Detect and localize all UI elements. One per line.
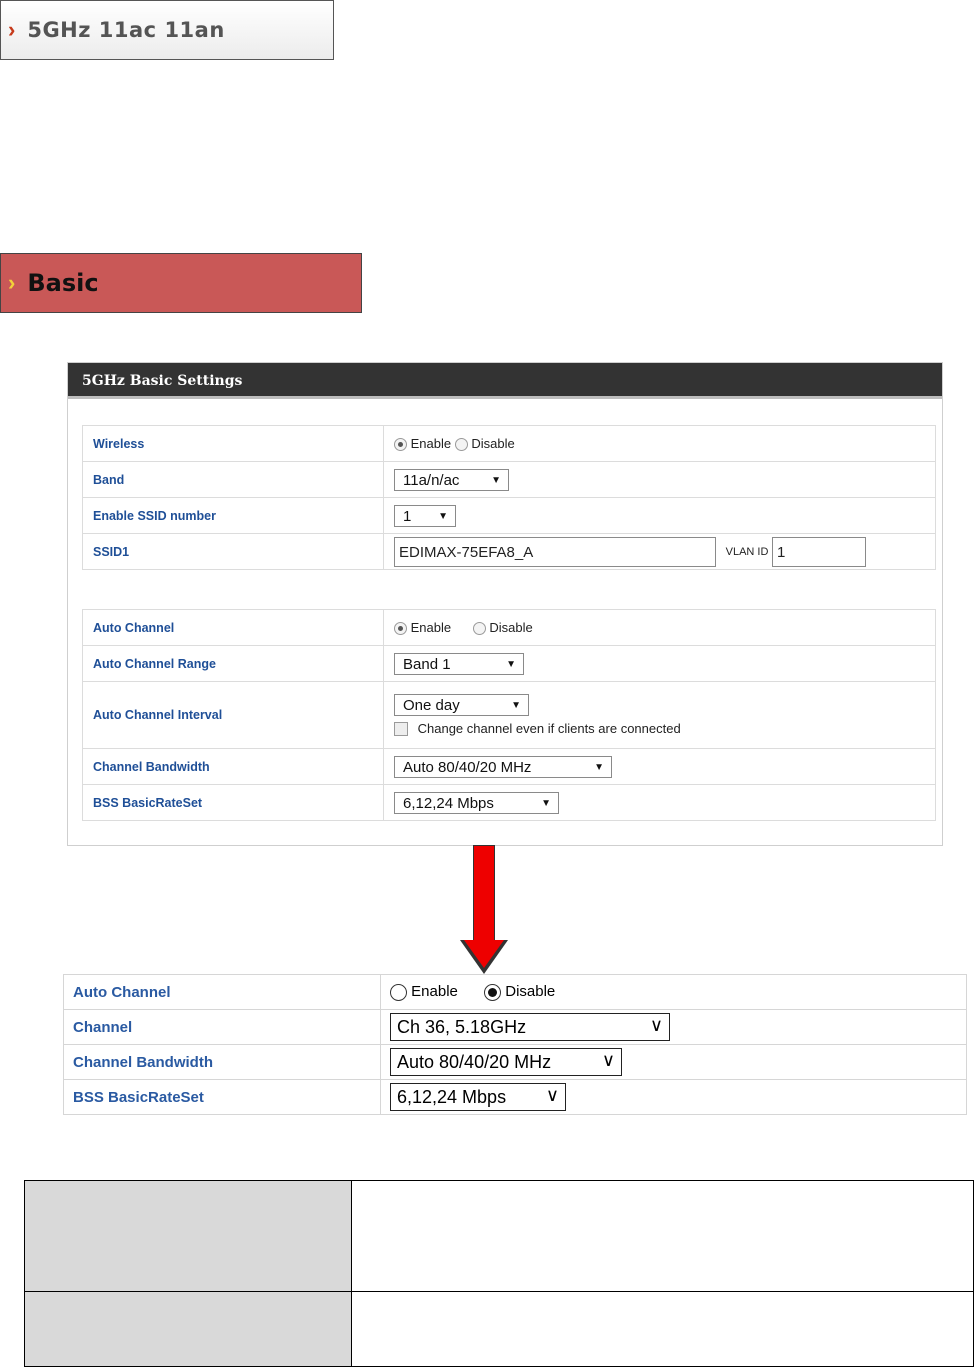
auto-channel-disable-radio[interactable] — [472, 622, 486, 636]
select-value: Ch 36, 5.18GHz — [397, 1017, 527, 1037]
select-value: 6,12,24 Mbps — [397, 1087, 507, 1107]
chevron-right-icon: › — [8, 270, 16, 295]
bss-rate-label: BSS BasicRateSet — [82, 784, 384, 821]
channel-bandwidth-label: Channel Bandwidth — [63, 1044, 381, 1080]
band-label: Band — [82, 461, 384, 498]
table-row — [24, 1180, 974, 1292]
radio-label: Enable — [410, 435, 452, 451]
chevron-down-icon: ∨ — [601, 1050, 615, 1070]
dropdown-arrow-icon: ▼ — [511, 699, 521, 711]
radio-label: Disable — [471, 435, 515, 451]
bss-rate-select[interactable]: 6,12,24 Mbps ∨ — [390, 1083, 566, 1111]
basic-settings-panel: 5GHz Basic Settings Wireless Enable Disa… — [67, 362, 943, 846]
ssid1-label: SSID1 — [82, 533, 384, 570]
ssid-number-label: Enable SSID number — [82, 497, 384, 534]
select-value: Auto 80/40/20 MHz — [397, 1052, 552, 1072]
table-row: Enable SSID number 1 ▼ — [82, 497, 936, 534]
bss-rate-label: BSS BasicRateSet — [63, 1079, 381, 1115]
chevron-down-icon: ∨ — [649, 1015, 663, 1035]
table-row: Auto Channel Enable Disable — [63, 974, 967, 1010]
table-row: SSID1 EDIMAX-75EFA8_A VLAN ID 1 — [82, 533, 936, 570]
channel-settings-table: Auto Channel Enable Disable Auto Channel… — [82, 609, 936, 821]
auto-channel-disable-radio[interactable] — [484, 983, 502, 1001]
select-value: 6,12,24 Mbps — [403, 794, 494, 812]
auto-channel-range-label: Auto Channel Range — [82, 645, 384, 682]
radio-label: Enable — [410, 619, 452, 635]
table-row: Band 11a/n/ac ▼ — [82, 461, 936, 498]
panel-header: 5GHz Basic Settings — [68, 363, 942, 399]
select-value: 1 — [403, 507, 412, 525]
table-row: Auto Channel Interval One day ▼ Change c… — [82, 681, 936, 749]
table-row: Channel Bandwidth Auto 80/40/20 MHz ▼ — [82, 748, 936, 785]
change-channel-checkbox[interactable] — [394, 722, 408, 737]
auto-channel-label: Auto Channel — [82, 609, 384, 646]
table-row: Channel Ch 36, 5.18GHz ∨ — [63, 1009, 967, 1045]
channel-bandwidth-select[interactable]: Auto 80/40/20 MHz ▼ — [394, 755, 612, 778]
checkbox-label: Change channel even if clients are conne… — [417, 720, 681, 736]
table-row: Auto Channel Enable Disable — [82, 609, 936, 646]
radio-label: Disable — [505, 983, 556, 1001]
table-row: Auto Channel Range Band 1 ▼ — [82, 645, 936, 682]
table-row — [24, 1291, 974, 1367]
channel-detail-table: Auto Channel Enable Disable Channel Ch 3… — [63, 974, 967, 1115]
auto-channel-enable-radio[interactable] — [394, 622, 407, 636]
channel-bandwidth-select[interactable]: Auto 80/40/20 MHz ∨ — [390, 1048, 622, 1076]
channel-bandwidth-label: Channel Bandwidth — [82, 748, 384, 785]
band-select[interactable]: 11a/n/ac ▼ — [394, 468, 509, 491]
down-arrow-head-fill — [464, 940, 504, 968]
chevron-down-icon: ∨ — [545, 1085, 559, 1105]
channel-label: Channel — [63, 1009, 381, 1045]
ssid-number-select[interactable]: 1 ▼ — [394, 504, 456, 527]
description-term-cell — [24, 1291, 352, 1367]
ssid1-input[interactable]: EDIMAX-75EFA8_A — [394, 536, 716, 567]
auto-channel-interval-label: Auto Channel Interval — [82, 681, 384, 749]
section-header-5ghz[interactable]: › 5GHz 11ac 11an — [0, 0, 334, 60]
channel-select[interactable]: Ch 36, 5.18GHz ∨ — [390, 1013, 670, 1041]
dropdown-arrow-icon: ▼ — [594, 761, 604, 773]
table-row: BSS BasicRateSet 6,12,24 Mbps ∨ — [63, 1079, 967, 1115]
description-text-cell — [351, 1291, 974, 1367]
wireless-label: Wireless — [82, 425, 384, 462]
description-table — [24, 1180, 974, 1367]
table-row: Channel Bandwidth Auto 80/40/20 MHz ∨ — [63, 1044, 967, 1080]
select-value: 11a/n/ac — [403, 471, 460, 489]
table-row: BSS BasicRateSet 6,12,24 Mbps ▼ — [82, 784, 936, 821]
select-value: Auto 80/40/20 MHz — [403, 758, 532, 776]
radio-label: Enable — [411, 983, 458, 1001]
dropdown-arrow-icon: ▼ — [541, 797, 551, 809]
section-title: Basic — [27, 269, 99, 297]
select-value: Band 1 — [403, 655, 451, 673]
auto-channel-enable-radio[interactable] — [390, 983, 407, 1001]
wireless-enable-radio[interactable] — [394, 438, 407, 452]
auto-channel-range-select[interactable]: Band 1 ▼ — [394, 652, 524, 675]
auto-channel-label: Auto Channel — [63, 974, 381, 1010]
section-title: 5GHz 11ac 11an — [27, 18, 225, 42]
wireless-settings-table: Wireless Enable Disable Band 11a/n/ac ▼ … — [82, 425, 936, 570]
vlan-id-label: VLAN ID — [725, 545, 769, 558]
bss-rate-select[interactable]: 6,12,24 Mbps ▼ — [394, 791, 559, 814]
radio-label: Disable — [489, 619, 533, 635]
vlan-id-input[interactable]: 1 — [772, 536, 867, 567]
dropdown-arrow-icon: ▼ — [491, 474, 501, 486]
down-arrow-icon — [473, 845, 495, 945]
wireless-options: Enable Disable — [383, 425, 936, 462]
description-text-cell — [351, 1180, 974, 1292]
dropdown-arrow-icon: ▼ — [506, 658, 516, 670]
dropdown-arrow-icon: ▼ — [438, 510, 448, 522]
chevron-right-icon: › — [8, 17, 16, 42]
description-term-cell — [24, 1180, 352, 1292]
select-value: One day — [403, 696, 460, 714]
section-header-basic[interactable]: › Basic — [0, 253, 362, 313]
auto-channel-interval-select[interactable]: One day ▼ — [394, 693, 529, 716]
wireless-disable-radio[interactable] — [454, 438, 468, 452]
table-row: Wireless Enable Disable — [82, 425, 936, 462]
